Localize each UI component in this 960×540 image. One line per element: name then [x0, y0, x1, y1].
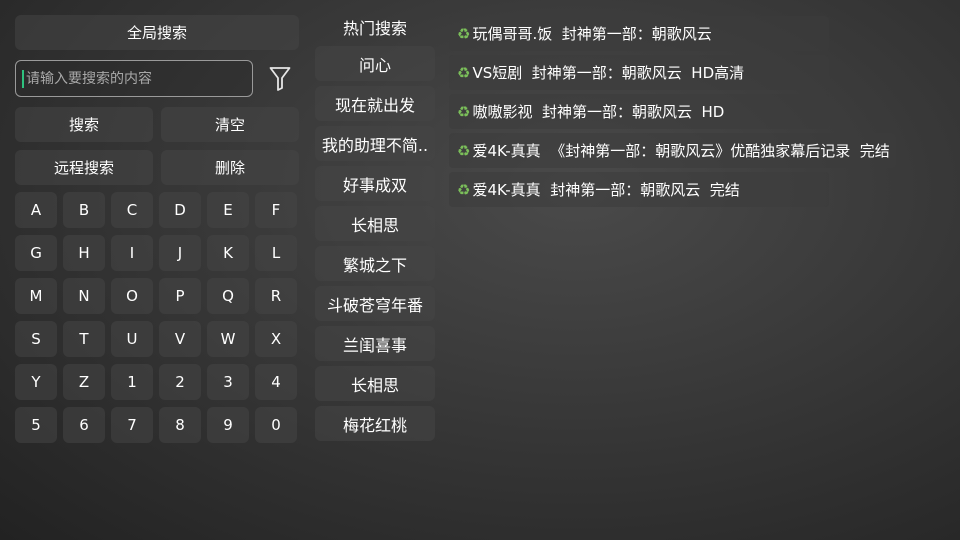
recycle-icon: ♻ — [457, 141, 471, 160]
search-button[interactable]: 搜索 — [15, 107, 153, 142]
search-input[interactable] — [26, 70, 252, 87]
hot-search-item[interactable]: 长相思 — [315, 366, 435, 401]
hot-search-list: 问心 现在就出发 我的助理不简.. 好事成双 长相思 繁城之下 斗破苍穹年番 兰闺喜事 长相思梅… — [315, 46, 435, 441]
key-b[interactable]: B — [63, 192, 105, 228]
key-u[interactable]: U — [111, 321, 153, 357]
key-e[interactable]: E — [207, 192, 249, 228]
hot-search-title: 热门搜索 — [342, 19, 407, 38]
key-k[interactable]: K — [207, 235, 249, 271]
key-x[interactable]: X — [255, 321, 297, 357]
result-title: VS短剧 封神第一部：朝歌风云 HD高清 — [472, 64, 745, 82]
on-screen-keyboard: ABCDEF GHIJKL MNOPQR STUVWX YZ1234 567890 — [15, 192, 305, 443]
result-row[interactable]: ♻ 爱4K-真真 《封神第一部：朝歌风云》优酷独家幕后记录 完结 — [449, 133, 896, 168]
result-row[interactable]: ♻ 玩偶哥哥.饭 封神第一部：朝歌风云 — [449, 16, 829, 51]
remote-search-button[interactable]: 远程搜索 — [15, 150, 153, 185]
key-c[interactable]: C — [111, 192, 153, 228]
delete-button[interactable]: 删除 — [161, 150, 299, 185]
key-a[interactable]: A — [15, 192, 57, 228]
key-h[interactable]: H — [63, 235, 105, 271]
key-r[interactable]: R — [255, 278, 297, 314]
hot-search-item[interactable]: 我的助理不简.. — [315, 126, 435, 161]
key-o[interactable]: O — [111, 278, 153, 314]
global-search-button[interactable]: 全局搜索 — [15, 15, 299, 50]
hot-search-item[interactable]: 梅花红桃 — [315, 406, 435, 441]
result-row[interactable]: ♻ VS短剧 封神第一部：朝歌风云 HD高清 — [449, 55, 829, 90]
key-i[interactable]: I — [111, 235, 153, 271]
key-m[interactable]: M — [15, 278, 57, 314]
key-1[interactable]: 1 — [111, 364, 153, 400]
recycle-icon: ♻ — [457, 180, 471, 199]
key-6[interactable]: 6 — [63, 407, 105, 443]
hot-search-item[interactable]: 现在就出发 — [315, 86, 435, 121]
key-y[interactable]: Y — [15, 364, 57, 400]
key-f[interactable]: F — [255, 192, 297, 228]
key-0[interactable]: 0 — [255, 407, 297, 443]
key-n[interactable]: N — [63, 278, 105, 314]
key-2[interactable]: 2 — [159, 364, 201, 400]
key-8[interactable]: 8 — [159, 407, 201, 443]
text-caret — [22, 69, 24, 88]
key-4[interactable]: 4 — [255, 364, 297, 400]
key-w[interactable]: W — [207, 321, 249, 357]
recycle-icon: ♻ — [457, 102, 471, 121]
key-9[interactable]: 9 — [207, 407, 249, 443]
result-title: 爱4K-真真 封神第一部：朝歌风云 完结 — [472, 181, 740, 199]
result-row[interactable]: ♻ 爱4K-真真 封神第一部：朝歌风云 完结 — [449, 172, 829, 207]
result-row[interactable]: ♻ 嗷嗷影视 封神第一部：朝歌风云 HD — [449, 94, 829, 129]
key-t[interactable]: T — [63, 321, 105, 357]
hot-search-item[interactable]: 长相思 — [315, 206, 435, 241]
filter-button[interactable] — [266, 64, 294, 94]
key-g[interactable]: G — [15, 235, 57, 271]
recycle-icon: ♻ — [457, 63, 471, 82]
hot-search-item[interactable]: 斗破苍穹年番 — [315, 286, 435, 321]
key-p[interactable]: P — [159, 278, 201, 314]
result-title: 嗷嗷影视 封神第一部：朝歌风云 HD — [472, 103, 725, 121]
key-z[interactable]: Z — [63, 364, 105, 400]
clear-button[interactable]: 清空 — [161, 107, 299, 142]
key-5[interactable]: 5 — [15, 407, 57, 443]
key-s[interactable]: S — [15, 321, 57, 357]
result-title: 玩偶哥哥.饭 封神第一部：朝歌风云 — [472, 25, 712, 43]
key-l[interactable]: L — [255, 235, 297, 271]
recycle-icon: ♻ — [457, 24, 471, 43]
filter-icon — [269, 67, 291, 91]
key-j[interactable]: J — [159, 235, 201, 271]
search-results-list: ♻ 玩偶哥哥.饭 封神第一部：朝歌风云 ♻ VS短剧 封神第一部：朝歌风云 HD高清 ♻… — [449, 16, 949, 207]
key-3[interactable]: 3 — [207, 364, 249, 400]
hot-search-item[interactable]: 繁城之下 — [315, 246, 435, 281]
hot-search-item[interactable]: 兰闺喜事 — [315, 326, 435, 361]
result-title: 爱4K-真真 《封神第一部：朝歌风云》优酷独家幕后记录 完结 — [472, 142, 890, 160]
hot-search-item[interactable]: 好事成双 — [315, 166, 435, 201]
key-v[interactable]: V — [159, 321, 201, 357]
hot-search-item[interactable]: 问心 — [315, 46, 435, 81]
key-7[interactable]: 7 — [111, 407, 153, 443]
key-q[interactable]: Q — [207, 278, 249, 314]
key-d[interactable]: D — [159, 192, 201, 228]
search-input-box[interactable] — [15, 60, 253, 97]
